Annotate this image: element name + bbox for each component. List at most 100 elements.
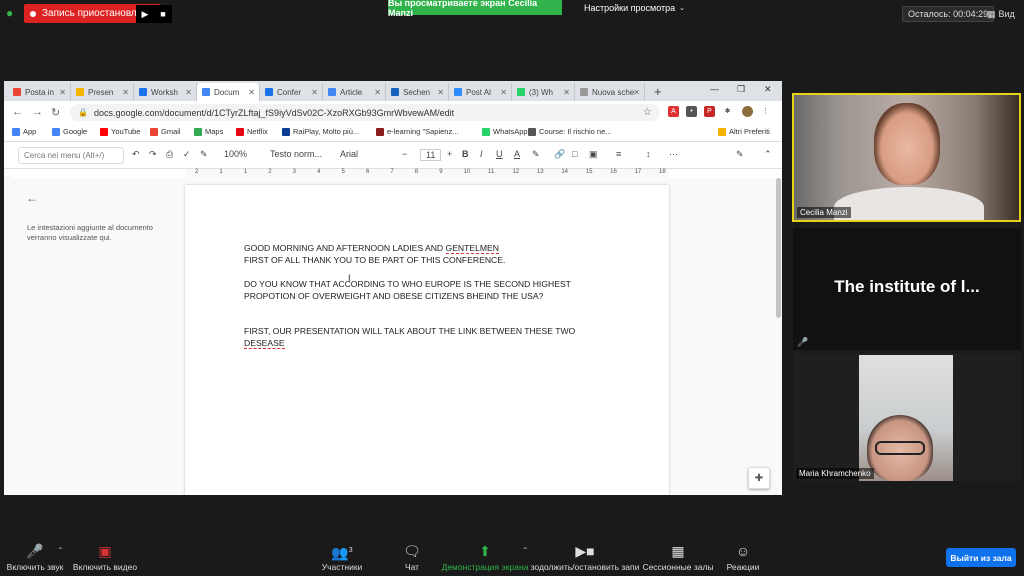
close-tab-icon[interactable]: ✕ (500, 88, 507, 97)
editing-mode-icon[interactable]: ✎ (736, 149, 744, 160)
bookmark-item[interactable]: Gmail (150, 127, 181, 136)
tab-label: Worksh (151, 87, 178, 97)
vertical-scrollbar[interactable] (776, 178, 781, 318)
reactions-label: Реакции (726, 562, 760, 572)
bookmark-item[interactable]: Netflix (236, 127, 268, 136)
profile-avatar-icon[interactable] (742, 106, 753, 117)
print-icon[interactable]: ⎙ (166, 149, 173, 160)
close-tab-icon[interactable]: ✕ (374, 88, 381, 97)
institute-name: The institute of l... (834, 277, 980, 296)
bookmark-item[interactable]: Google (52, 127, 87, 136)
share-screen-button[interactable]: ⬆ Демонстрация экрана (440, 536, 530, 576)
line-spacing-icon[interactable]: ↕ (646, 149, 651, 159)
view-options-button[interactable]: Настройки просмотра ⌄ (578, 0, 691, 15)
zoom-select[interactable]: 100% (224, 149, 247, 159)
increase-font-icon[interactable]: + (447, 149, 452, 159)
outline-back-arrow-icon[interactable]: ← (26, 191, 38, 205)
close-tab-icon[interactable]: ✕ (311, 88, 318, 97)
back-icon[interactable]: ← (12, 106, 23, 118)
bookmark-item[interactable]: Maps (194, 127, 223, 136)
reload-icon[interactable]: ↻ (51, 106, 60, 119)
leave-meeting-button[interactable]: Выйти из зала (946, 548, 1016, 567)
bookmark-item[interactable]: Course: Il rischio ne... (528, 127, 612, 136)
browser-tab[interactable]: Worksh ✕ (134, 83, 197, 101)
browser-tab[interactable]: Article ✕ (323, 83, 386, 101)
start-video-button[interactable]: ▣ Включить видео (60, 536, 150, 576)
spellcheck-icon[interactable]: ✓ (183, 149, 191, 160)
record-control-button[interactable]: ▶■ зодолжить/остановить запи (530, 536, 640, 576)
close-tab-icon[interactable]: ✕ (185, 88, 192, 97)
more-icon[interactable]: ⋯ (669, 149, 678, 160)
ruler-tick-label: 1 (243, 169, 248, 175)
undo-icon[interactable]: ↶ (132, 149, 140, 160)
close-tab-icon[interactable]: ✕ (633, 88, 640, 97)
bold-icon[interactable]: B (462, 149, 469, 159)
extension-icon[interactable]: • (686, 106, 697, 117)
institute-video-tile[interactable]: The institute of l... 🎤 (793, 228, 1021, 350)
close-tab-icon[interactable]: ✕ (122, 88, 129, 97)
other-bookmarks[interactable]: Altri Preferiti (718, 127, 770, 136)
redo-icon[interactable]: ↷ (149, 149, 157, 160)
align-icon[interactable]: ≡ (616, 149, 621, 159)
bookmark-item[interactable]: RaiPlay, Molto più... (282, 127, 359, 136)
bookmark-item[interactable]: WhatsApp (482, 127, 528, 136)
document-page[interactable]: GOOD MORNING AND AFTERNOON LADIES AND GE… (185, 185, 669, 495)
maria-video-tile[interactable]: Maria Khramchenko (793, 353, 1021, 481)
menu-search-input[interactable]: Cerca nei menu (Alt+/) (18, 147, 124, 164)
browser-tab[interactable]: (3) Wh ✕ (512, 83, 575, 101)
browser-tab[interactable]: Presen ✕ (71, 83, 134, 101)
font-select[interactable]: Arial (340, 149, 358, 159)
browser-tab[interactable]: Posta in ✕ (8, 83, 71, 101)
bookmark-item[interactable]: YouTube (100, 127, 140, 136)
close-tab-icon[interactable]: ✕ (59, 88, 66, 97)
font-size-input[interactable]: 11 (420, 149, 442, 161)
decrease-font-icon[interactable]: − (402, 149, 407, 159)
forward-icon[interactable]: → (32, 106, 43, 118)
close-tab-icon[interactable]: ✕ (563, 88, 570, 97)
browser-tab[interactable]: Post Al ✕ (449, 83, 512, 101)
browser-tab[interactable]: Nuova sche ✕ (575, 83, 645, 101)
bookmark-star-icon[interactable]: ☆ (643, 107, 652, 118)
close-tab-icon[interactable]: ✕ (248, 88, 255, 97)
reactions-button[interactable]: ☺ Реакции (698, 536, 788, 576)
view-label: Вид (998, 9, 1015, 19)
comment-icon[interactable]: □ (572, 149, 577, 159)
close-window-icon[interactable]: ✕ (764, 84, 772, 95)
view-button[interactable]: ▦ Вид (987, 6, 1015, 22)
collapse-menu-icon[interactable]: ⌃ (764, 149, 772, 160)
bookmark-item[interactable]: e-learning "Sapienz... (376, 127, 458, 136)
menu-dots-icon[interactable]: ⋮ (760, 106, 771, 117)
bookmark-item[interactable]: App (12, 127, 36, 136)
link-icon[interactable]: 🔗 (554, 149, 565, 160)
new-tab-icon[interactable]: + (654, 84, 662, 99)
security-shield-icon[interactable]: ● (6, 6, 19, 20)
speaker-video-tile[interactable]: Cecilia Manzi (792, 93, 1021, 222)
pdf-icon[interactable]: P (704, 106, 715, 117)
paint-format-icon[interactable]: ✎ (200, 149, 208, 160)
style-select[interactable]: Testo norm... (270, 149, 322, 159)
tab-favicon-icon (454, 88, 462, 96)
resume-recording-button[interactable]: ▶ (136, 5, 154, 23)
share-options-chevron-icon[interactable]: ⌃ (522, 546, 529, 555)
browser-tab[interactable]: Docum ✕ (197, 83, 260, 101)
browser-tab[interactable]: Sechen ✕ (386, 83, 449, 101)
explore-button[interactable]: ✚ (748, 467, 770, 489)
close-tab-icon[interactable]: ✕ (437, 88, 444, 97)
italic-icon[interactable]: I (480, 149, 483, 159)
tab-favicon-icon (391, 88, 399, 96)
puzzle-icon[interactable]: ✱ (722, 106, 733, 117)
tab-favicon-icon (517, 88, 525, 96)
ruler-tick-label: 2 (195, 169, 199, 175)
maximize-icon[interactable]: ❐ (737, 84, 745, 95)
minimize-icon[interactable]: — (710, 84, 719, 94)
text-color-icon[interactable]: A (514, 149, 520, 159)
adblock-icon[interactable]: A (668, 106, 679, 117)
stop-recording-button[interactable]: ■ (154, 5, 172, 23)
tab-favicon-icon (580, 88, 588, 96)
highlight-icon[interactable]: ✎ (532, 149, 540, 160)
browser-tab[interactable]: Confer ✕ (260, 83, 323, 101)
address-bar[interactable]: 🔒 docs.google.com/document/d/1CTyrZLftaj… (70, 104, 660, 121)
underline-icon[interactable]: U (496, 149, 503, 159)
horizontal-ruler: 2 1 1 2 3 4 5 6 7 8 9 10 11 12 13 14 15 16 17 18 (185, 169, 669, 178)
image-icon[interactable]: ▣ (589, 149, 598, 160)
